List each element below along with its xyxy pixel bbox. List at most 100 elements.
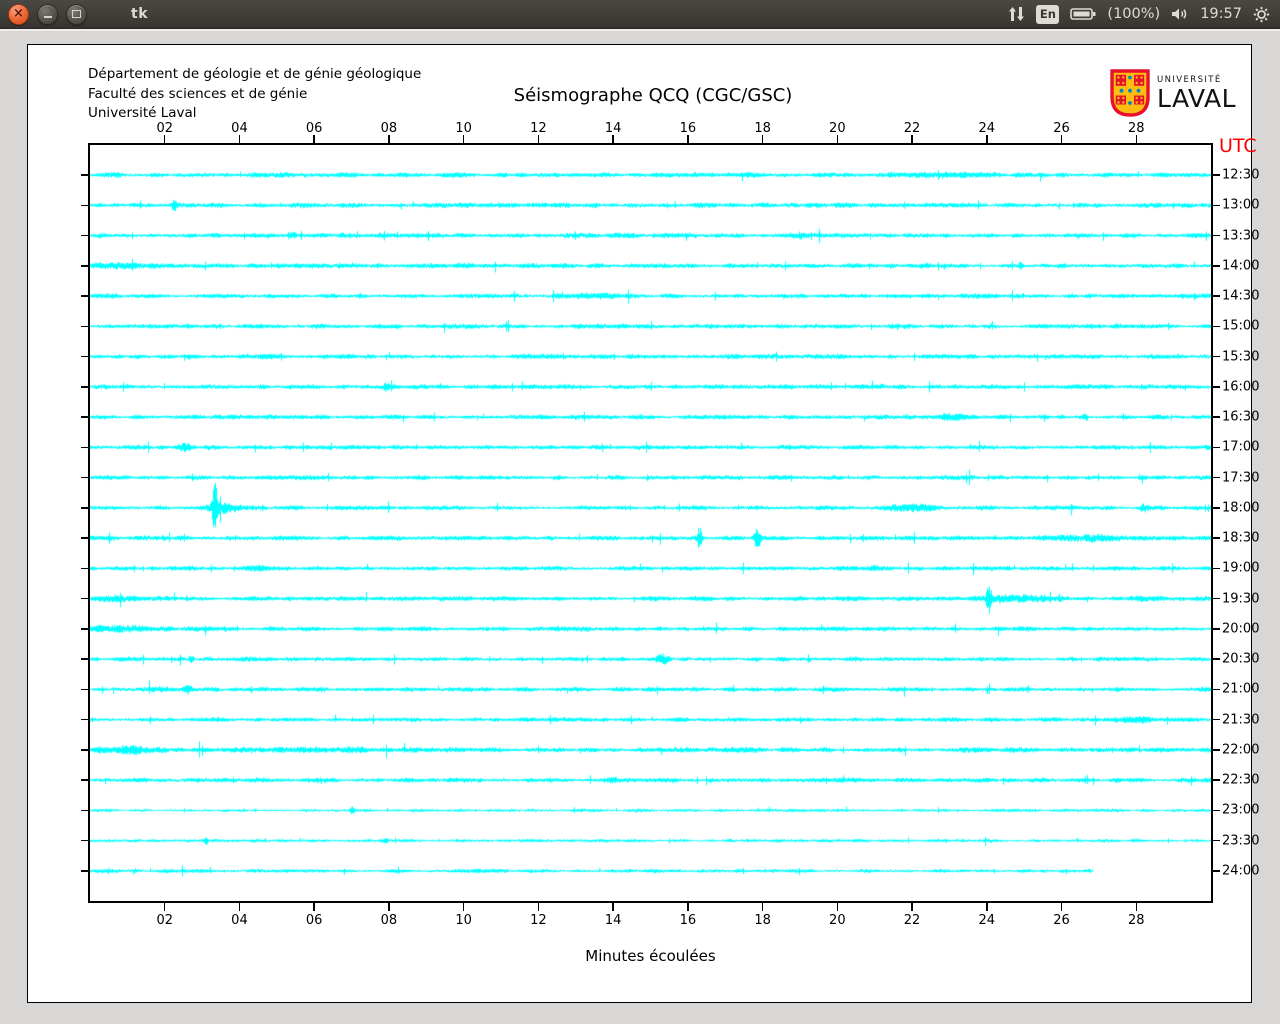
utc-tick (1213, 325, 1220, 328)
left-tick (81, 567, 88, 570)
left-tick (81, 476, 88, 479)
laval-wordmark: UNIVERSITÉ LAVAL (1157, 75, 1236, 111)
left-tick (81, 446, 88, 449)
utc-time-label: 14:00 (1222, 258, 1260, 274)
utc-tick (1213, 476, 1220, 479)
x-tick-top (537, 135, 540, 143)
x-tick-top (1135, 135, 1138, 143)
keyboard-layout-indicator[interactable]: En (1036, 4, 1060, 24)
utc-tick (1213, 446, 1220, 449)
left-tick (81, 234, 88, 237)
left-tick (81, 174, 88, 176)
maximize-button[interactable] (66, 3, 87, 25)
volume-icon[interactable] (1171, 7, 1189, 21)
x-tick-top (836, 135, 839, 143)
minimize-icon (43, 16, 52, 18)
institution-block: Département de géologie et de génie géol… (88, 65, 421, 124)
left-tick (81, 870, 88, 872)
utc-time-label: 13:30 (1222, 228, 1260, 244)
x-tick-label-bottom: 10 (455, 913, 472, 928)
plot-frame (88, 143, 1213, 903)
x-tick-label-top: 14 (604, 121, 622, 136)
x-tick-bottom (836, 903, 839, 911)
left-tick (81, 507, 88, 509)
x-tick-bottom (612, 903, 614, 911)
x-tick-label-top: 12 (530, 121, 547, 136)
left-tick (81, 325, 88, 328)
x-tick-label-bottom: 14 (604, 913, 622, 928)
utc-tick (1213, 204, 1220, 206)
x-tick-bottom (313, 903, 315, 911)
x-tick-label-bottom: 16 (679, 913, 697, 928)
x-tick-bottom (911, 903, 913, 911)
universite-laval-logo: UNIVERSITÉ LAVAL (1110, 69, 1236, 117)
left-tick (81, 628, 88, 630)
utc-tick (1213, 688, 1220, 691)
left-tick (81, 749, 88, 751)
window-buttons: × (8, 3, 87, 25)
logo-text-bottom: LAVAL (1157, 84, 1237, 113)
utc-time-label: 13:00 (1222, 197, 1260, 213)
utc-time-label: 20:00 (1222, 621, 1260, 637)
utc-time-label: 14:30 (1222, 288, 1260, 304)
x-tick-label-bottom: 08 (380, 913, 398, 928)
x-tick-label-bottom: 22 (903, 913, 921, 928)
left-tick (81, 265, 88, 267)
x-tick-label-bottom: 18 (754, 913, 771, 928)
session-gear-icon[interactable] (1253, 6, 1270, 23)
utc-time-label: 18:30 (1222, 530, 1260, 546)
utc-tick (1213, 567, 1220, 570)
utc-tick (1213, 597, 1220, 600)
left-tick (81, 204, 88, 206)
x-tick-top (986, 135, 988, 143)
left-tick (81, 688, 88, 691)
desktop-screen: × tk En (100%) 19:57 Département de géol… (0, 0, 1280, 1024)
left-tick (81, 537, 88, 539)
x-tick-label-top: 24 (978, 121, 996, 136)
left-tick (81, 839, 88, 842)
x-tick-label-bottom: 24 (978, 913, 996, 928)
x-tick-bottom (163, 903, 166, 911)
utc-time-label: 24:00 (1222, 863, 1260, 879)
x-tick-label-top: 26 (1053, 121, 1070, 136)
utc-time-label: 20:30 (1222, 651, 1260, 667)
utc-time-label: 19:00 (1222, 560, 1260, 576)
utc-tick (1213, 537, 1220, 539)
minimize-button[interactable] (37, 3, 58, 25)
battery-percentage: (100%) (1107, 6, 1161, 22)
utc-time-label: 22:30 (1222, 772, 1260, 788)
window-titlebar[interactable]: × tk En (100%) 19:57 (0, 0, 1280, 29)
utc-time-label: 18:00 (1222, 500, 1260, 516)
left-tick (81, 386, 88, 388)
network-updown-icon[interactable] (1008, 6, 1025, 22)
utc-time-label: 23:30 (1222, 833, 1260, 849)
x-tick-label-top: 20 (829, 121, 846, 136)
x-tick-bottom (462, 903, 465, 911)
x-tick-label-top: 10 (455, 121, 472, 136)
x-tick-label-top: 22 (903, 121, 921, 136)
x-tick-label-top: 08 (380, 121, 398, 136)
x-tick-top (612, 135, 614, 143)
utc-time-label: 19:30 (1222, 591, 1260, 607)
left-tick (81, 779, 88, 781)
left-tick (81, 295, 88, 297)
battery-icon[interactable] (1070, 7, 1096, 21)
x-tick-label-bottom: 06 (305, 913, 323, 928)
utc-tick (1213, 870, 1220, 872)
x-tick-label-top: 18 (754, 121, 771, 136)
institution-line: Université Laval (88, 105, 197, 121)
x-tick-label-top: 04 (231, 121, 248, 136)
close-icon: × (13, 6, 24, 21)
left-tick (81, 416, 88, 418)
utc-time-label: 17:00 (1222, 439, 1260, 455)
utc-tick (1213, 779, 1220, 781)
x-tick-label-bottom: 12 (530, 913, 547, 928)
x-tick-top (1060, 135, 1063, 143)
institution-line: Département de géologie et de génie géol… (88, 66, 422, 82)
utc-tick (1213, 839, 1220, 842)
utc-time-label: 12:30 (1222, 167, 1260, 183)
utc-time-label: 21:30 (1222, 712, 1260, 728)
clock[interactable]: 19:57 (1200, 6, 1242, 22)
x-tick-bottom (1060, 903, 1063, 911)
close-button[interactable]: × (8, 3, 29, 25)
